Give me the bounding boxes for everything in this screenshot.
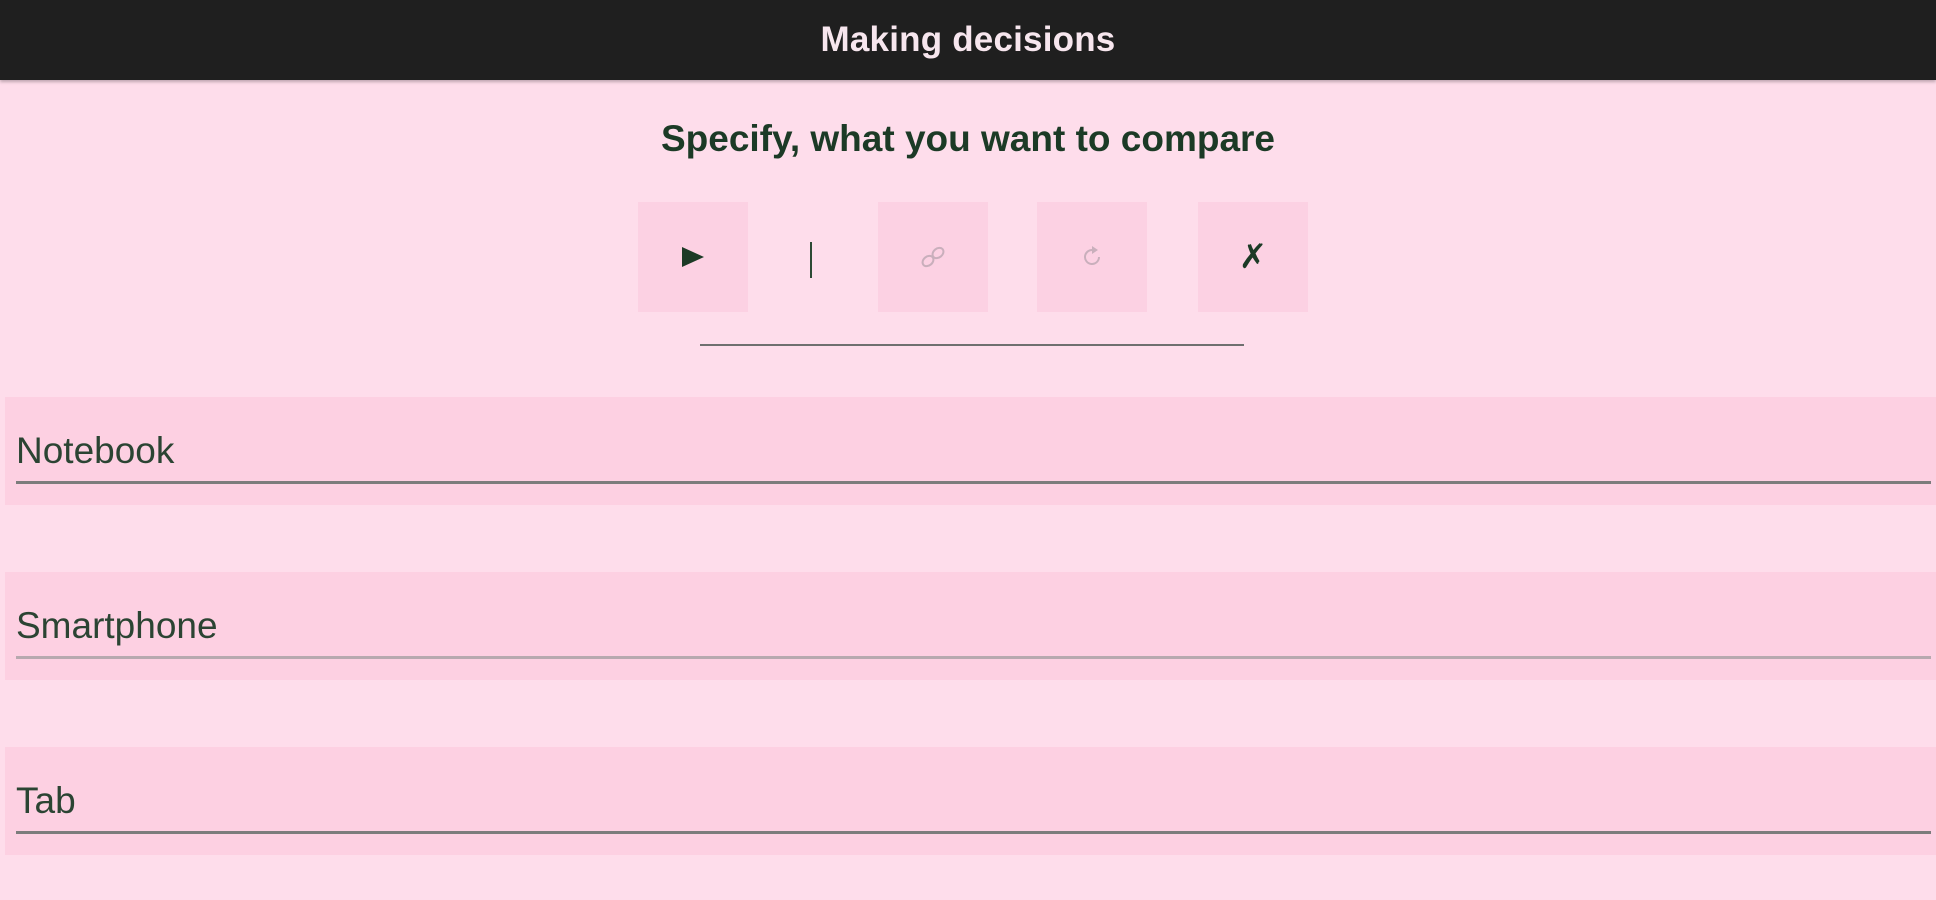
refresh-button[interactable] (1037, 202, 1147, 312)
play-icon (680, 245, 706, 269)
compare-field-1 (5, 397, 1936, 505)
field-underline (16, 831, 1931, 834)
field-underline (16, 481, 1931, 484)
compare-field-2 (5, 572, 1936, 680)
refresh-icon (1077, 242, 1107, 272)
page-subtitle: Specify, what you want to compare (660, 118, 1276, 159)
compare-input-2[interactable] (16, 598, 1931, 654)
compare-input-1[interactable] (16, 423, 1931, 479)
app-bar: Making decisions (0, 0, 1936, 80)
compare-input-3[interactable] (16, 773, 1931, 829)
link-icon (918, 242, 948, 272)
action-toolbar: ✗ (0, 202, 1936, 312)
link-button[interactable] (878, 202, 988, 312)
text-cursor (810, 242, 812, 278)
field-underline (16, 656, 1931, 659)
compare-field-3 (5, 747, 1936, 855)
app-title: Making decisions (820, 20, 1116, 59)
play-button[interactable] (638, 202, 748, 312)
close-icon: ✗ (1238, 237, 1268, 277)
close-button[interactable]: ✗ (1198, 202, 1308, 312)
toolbar-divider (700, 344, 1244, 346)
